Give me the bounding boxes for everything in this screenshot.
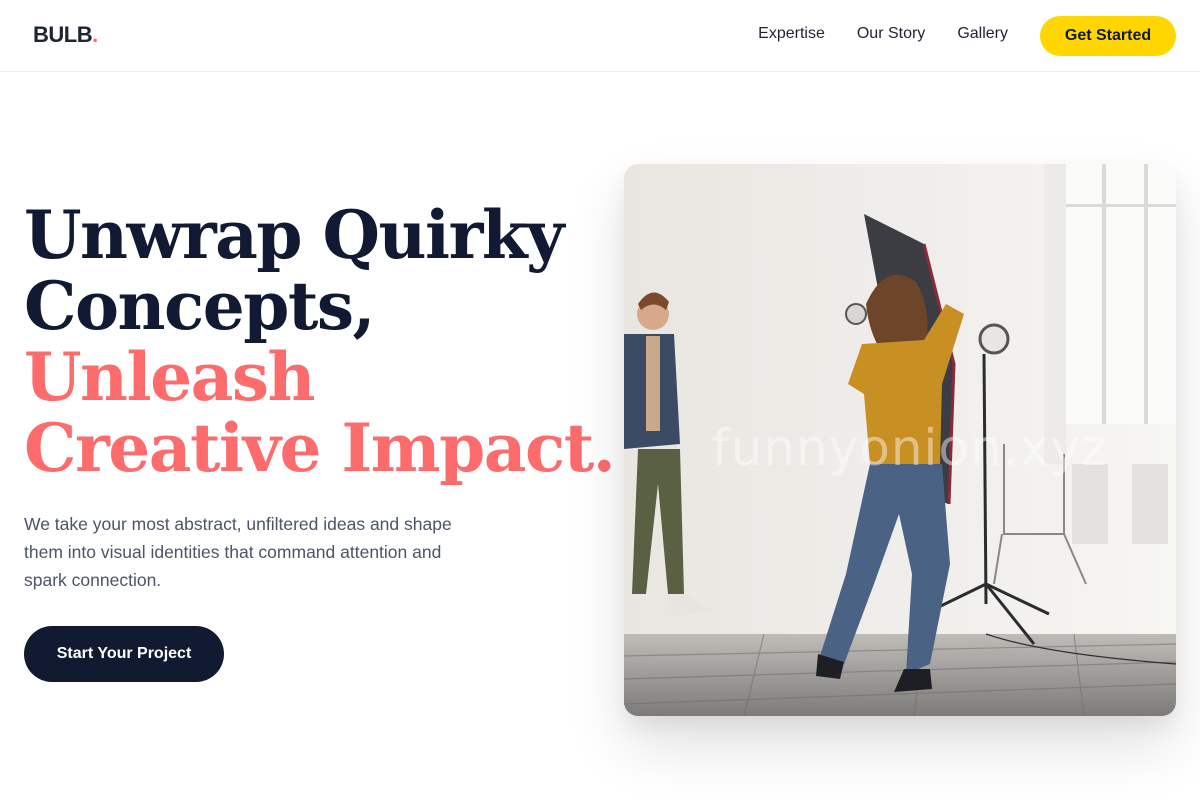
nav-links: Expertise Our Story Gallery bbox=[758, 25, 1008, 43]
hero-title-line-2: Concepts, bbox=[24, 267, 375, 345]
image-watermark: funnyonion.xyz bbox=[712, 419, 1109, 477]
hero-highlight-line-1: Unleash bbox=[24, 338, 316, 416]
start-project-button[interactable]: Start Your Project bbox=[24, 626, 224, 682]
hero-image: funnyonion.xyz bbox=[624, 164, 1176, 716]
navbar: BULB. Expertise Our Story Gallery Get St… bbox=[0, 0, 1200, 72]
nav-link-our-story[interactable]: Our Story bbox=[857, 25, 925, 43]
hero-title: Unwrap Quirky Concepts, Unleash Creative… bbox=[24, 196, 616, 487]
nav-link-expertise[interactable]: Expertise bbox=[758, 25, 825, 43]
brand-name: BULB bbox=[33, 22, 93, 47]
brand-logo[interactable]: BULB. bbox=[33, 22, 98, 48]
hero-highlight-line-2: Creative Impact. bbox=[24, 409, 616, 487]
brand-dot: . bbox=[92, 22, 98, 47]
get-started-button[interactable]: Get Started bbox=[1040, 16, 1176, 56]
hero-title-line-1: Unwrap Quirky bbox=[24, 196, 564, 274]
hero-description: We take your most abstract, unfiltered i… bbox=[24, 514, 452, 590]
nav-link-gallery[interactable]: Gallery bbox=[957, 25, 1008, 43]
